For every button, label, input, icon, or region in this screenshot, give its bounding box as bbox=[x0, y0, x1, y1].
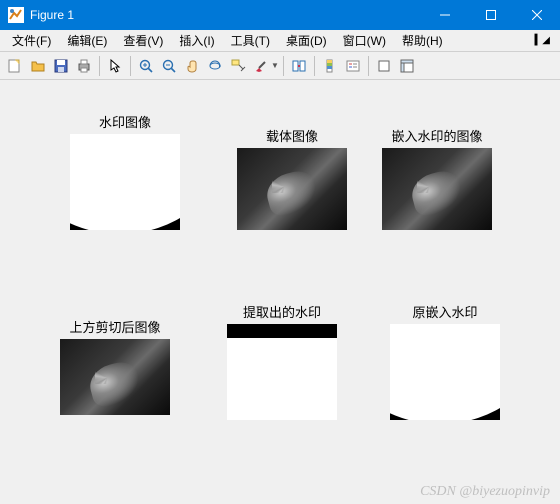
zoom-in-icon[interactable] bbox=[135, 55, 157, 77]
print-icon[interactable] bbox=[73, 55, 95, 77]
toolbar-separator bbox=[368, 56, 369, 76]
window-controls bbox=[422, 0, 560, 30]
subplot-title: 水印图像 bbox=[70, 112, 180, 131]
pan-icon[interactable] bbox=[181, 55, 203, 77]
toolbar-separator bbox=[314, 56, 315, 76]
menu-help[interactable]: 帮助(H) bbox=[394, 30, 451, 51]
save-icon[interactable] bbox=[50, 55, 72, 77]
hide-plot-tools-icon[interactable] bbox=[373, 55, 395, 77]
embedded-image bbox=[382, 148, 492, 230]
subplot-title: 提取出的水印 bbox=[227, 302, 337, 321]
menu-overflow-icon[interactable]: ▍◢ bbox=[529, 35, 556, 46]
cropped-image bbox=[60, 339, 170, 415]
menu-view[interactable]: 查看(V) bbox=[115, 30, 171, 51]
pointer-icon[interactable] bbox=[104, 55, 126, 77]
show-plot-tools-icon[interactable] bbox=[396, 55, 418, 77]
maximize-button[interactable] bbox=[468, 0, 514, 30]
rotate-3d-icon[interactable] bbox=[204, 55, 226, 77]
original-embedded-watermark-image bbox=[390, 324, 500, 420]
data-cursor-icon[interactable] bbox=[227, 55, 249, 77]
close-button[interactable] bbox=[514, 0, 560, 30]
toolbar-separator bbox=[130, 56, 131, 76]
toolbar-separator bbox=[99, 56, 100, 76]
open-file-icon[interactable] bbox=[27, 55, 49, 77]
subplot-title: 原嵌入水印 bbox=[390, 302, 500, 321]
subplot-title: 嵌入水印的图像 bbox=[382, 126, 492, 145]
menu-window[interactable]: 窗口(W) bbox=[335, 30, 394, 51]
insert-colorbar-icon[interactable] bbox=[319, 55, 341, 77]
csdn-watermark: CSDN @biyezuopinvip bbox=[420, 484, 550, 500]
subplot-cropped: 上方剪切后图像 bbox=[60, 317, 170, 415]
subplot-title: 上方剪切后图像 bbox=[60, 317, 170, 336]
menu-bar: 文件(F) 编辑(E) 查看(V) 插入(I) 工具(T) 桌面(D) 窗口(W… bbox=[0, 30, 560, 52]
watermark-image bbox=[70, 134, 180, 230]
menu-desktop[interactable]: 桌面(D) bbox=[278, 30, 335, 51]
title-bar: Figure 1 bbox=[0, 0, 560, 30]
zoom-out-icon[interactable] bbox=[158, 55, 180, 77]
menu-tools[interactable]: 工具(T) bbox=[223, 30, 278, 51]
link-data-icon[interactable] bbox=[288, 55, 310, 77]
subplot-title: 载体图像 bbox=[237, 126, 347, 145]
brush-dropdown-icon[interactable]: ▼ bbox=[271, 61, 279, 70]
new-figure-icon[interactable] bbox=[4, 55, 26, 77]
toolbar-separator bbox=[283, 56, 284, 76]
matlab-figure-icon bbox=[8, 7, 24, 23]
subplot-watermark: 水印图像 bbox=[70, 112, 180, 230]
menu-insert[interactable]: 插入(I) bbox=[171, 30, 222, 51]
menu-file[interactable]: 文件(F) bbox=[4, 30, 59, 51]
figure-canvas: 水印图像 载体图像 嵌入水印的图像 上方剪切后图像 提取出的水印 原嵌入水印 C… bbox=[0, 80, 560, 504]
subplot-carrier: 载体图像 bbox=[237, 126, 347, 230]
extracted-watermark-image bbox=[227, 324, 337, 420]
menu-edit[interactable]: 编辑(E) bbox=[59, 30, 115, 51]
toolbar: ▼ bbox=[0, 52, 560, 80]
minimize-button[interactable] bbox=[422, 0, 468, 30]
subplot-extracted: 提取出的水印 bbox=[227, 302, 337, 420]
subplot-embedded: 嵌入水印的图像 bbox=[382, 126, 492, 230]
brush-icon[interactable] bbox=[250, 55, 272, 77]
window-title: Figure 1 bbox=[30, 8, 422, 22]
carrier-image bbox=[237, 148, 347, 230]
subplot-original-mark: 原嵌入水印 bbox=[390, 302, 500, 420]
insert-legend-icon[interactable] bbox=[342, 55, 364, 77]
